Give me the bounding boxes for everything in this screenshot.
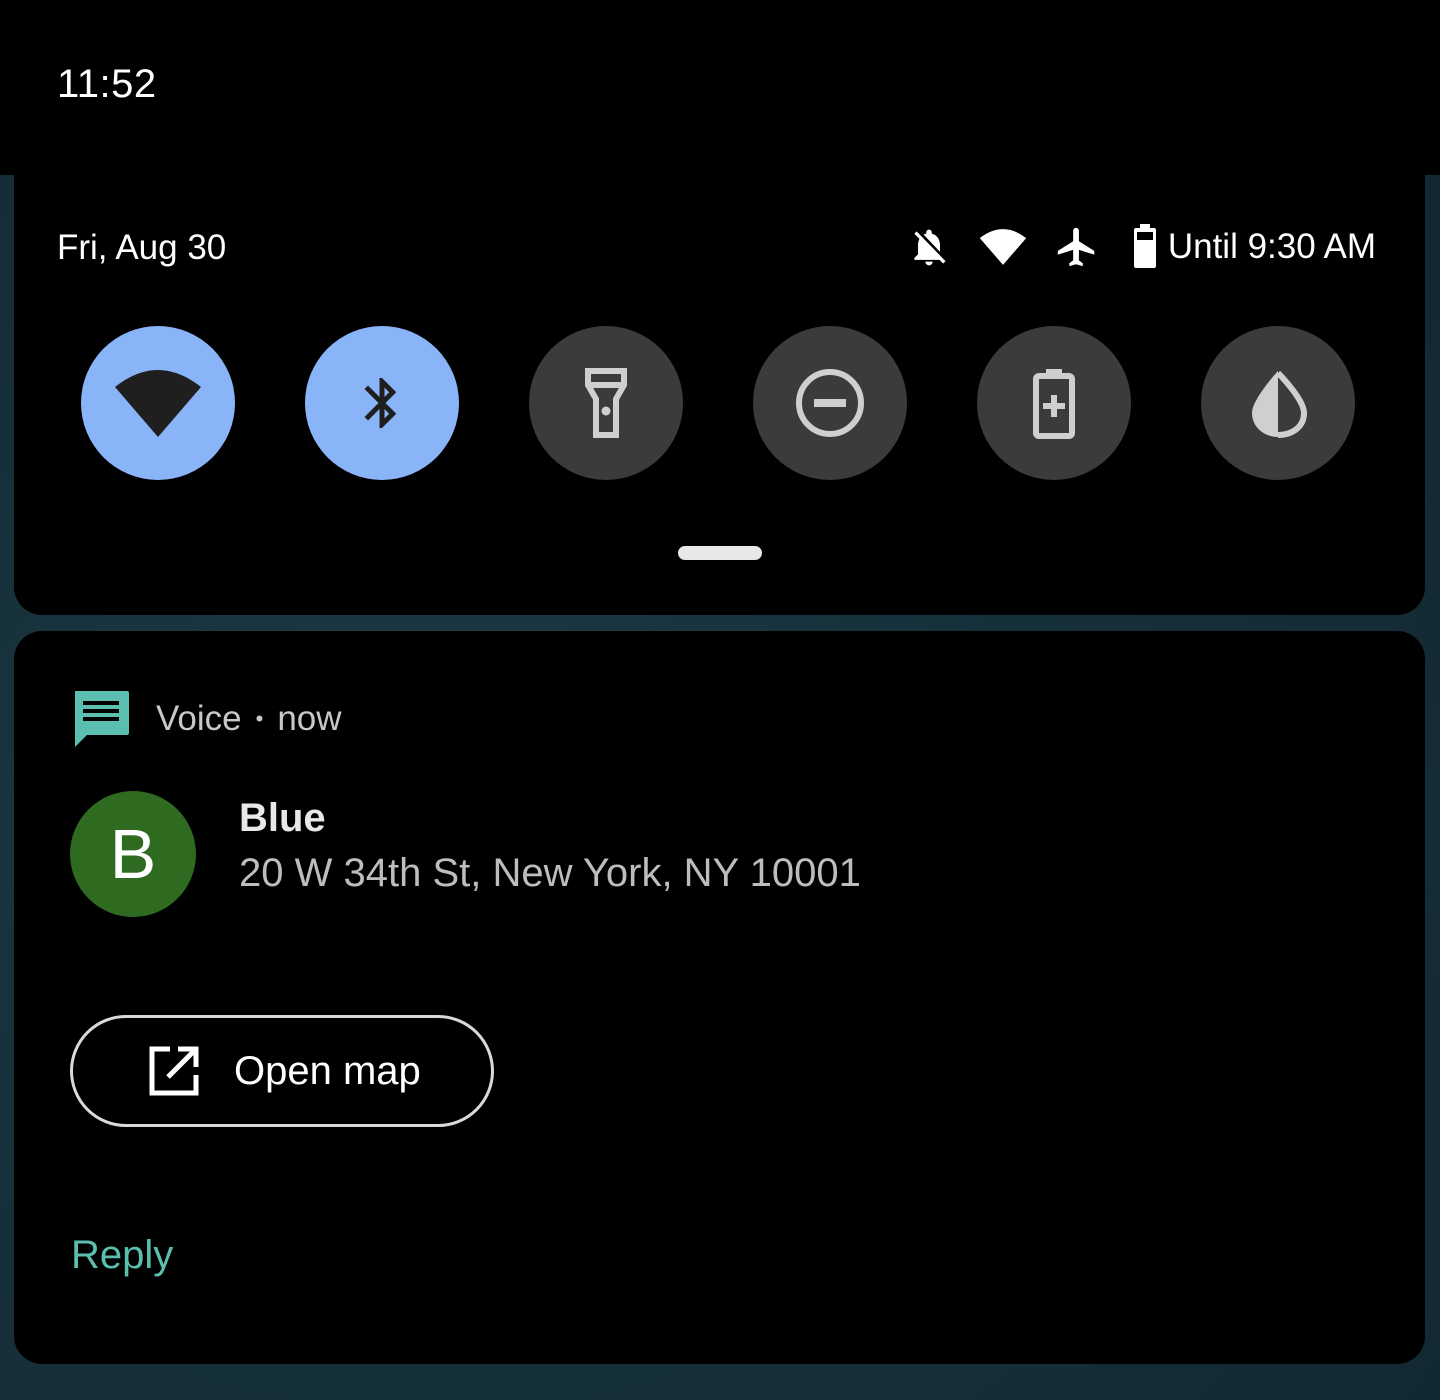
message-app-icon [71,689,131,749]
quick-settings-panel: Fri, Aug 30 Until 9:30 AM [14,170,1425,615]
tile-flashlight[interactable] [529,326,683,480]
battery-status-text: Until 9:30 AM [1167,227,1376,266]
reply-button[interactable]: Reply [71,1233,173,1278]
expand-handle[interactable] [678,546,762,560]
quick-settings-date[interactable]: Fri, Aug 30 [57,228,226,268]
open-map-label: Open map [234,1048,421,1093]
notifications-off-icon [904,222,954,272]
notification-time: now [277,699,342,738]
notification-header: Voice • now [71,689,342,749]
tile-battery-saver[interactable] [977,326,1131,480]
tile-do-not-disturb[interactable] [753,326,907,480]
do-not-disturb-icon [796,369,864,437]
tile-invert-colors[interactable] [1201,326,1355,480]
notification-card[interactable]: Voice • now B Blue 20 W 34th St, New Yor… [14,631,1425,1364]
flashlight-icon [585,368,627,438]
battery-icon [1130,222,1160,272]
header-separator: • [255,706,264,731]
wifi-icon [978,222,1028,272]
wifi-icon [115,370,201,437]
battery-saver-icon [1033,369,1075,439]
notification-message: 20 W 34th St, New York, NY 10001 [239,851,861,895]
open-in-new-icon [148,1045,200,1097]
tile-bluetooth[interactable] [305,326,459,480]
airplane-icon [1052,222,1102,272]
notification-sender: Blue [239,796,326,840]
quick-settings-status-icons: Until 9:30 AM [904,222,1376,272]
avatar: B [70,791,196,917]
tile-wifi[interactable] [81,326,235,480]
bluetooth-icon [364,378,397,428]
invert-colors-icon [1252,370,1308,438]
quick-settings-tiles [81,326,1355,480]
notification-app-name: Voice [156,699,242,738]
open-map-button[interactable]: Open map [70,1015,494,1127]
status-bar: 11:52 [0,0,1440,175]
status-bar-clock: 11:52 [57,62,157,106]
